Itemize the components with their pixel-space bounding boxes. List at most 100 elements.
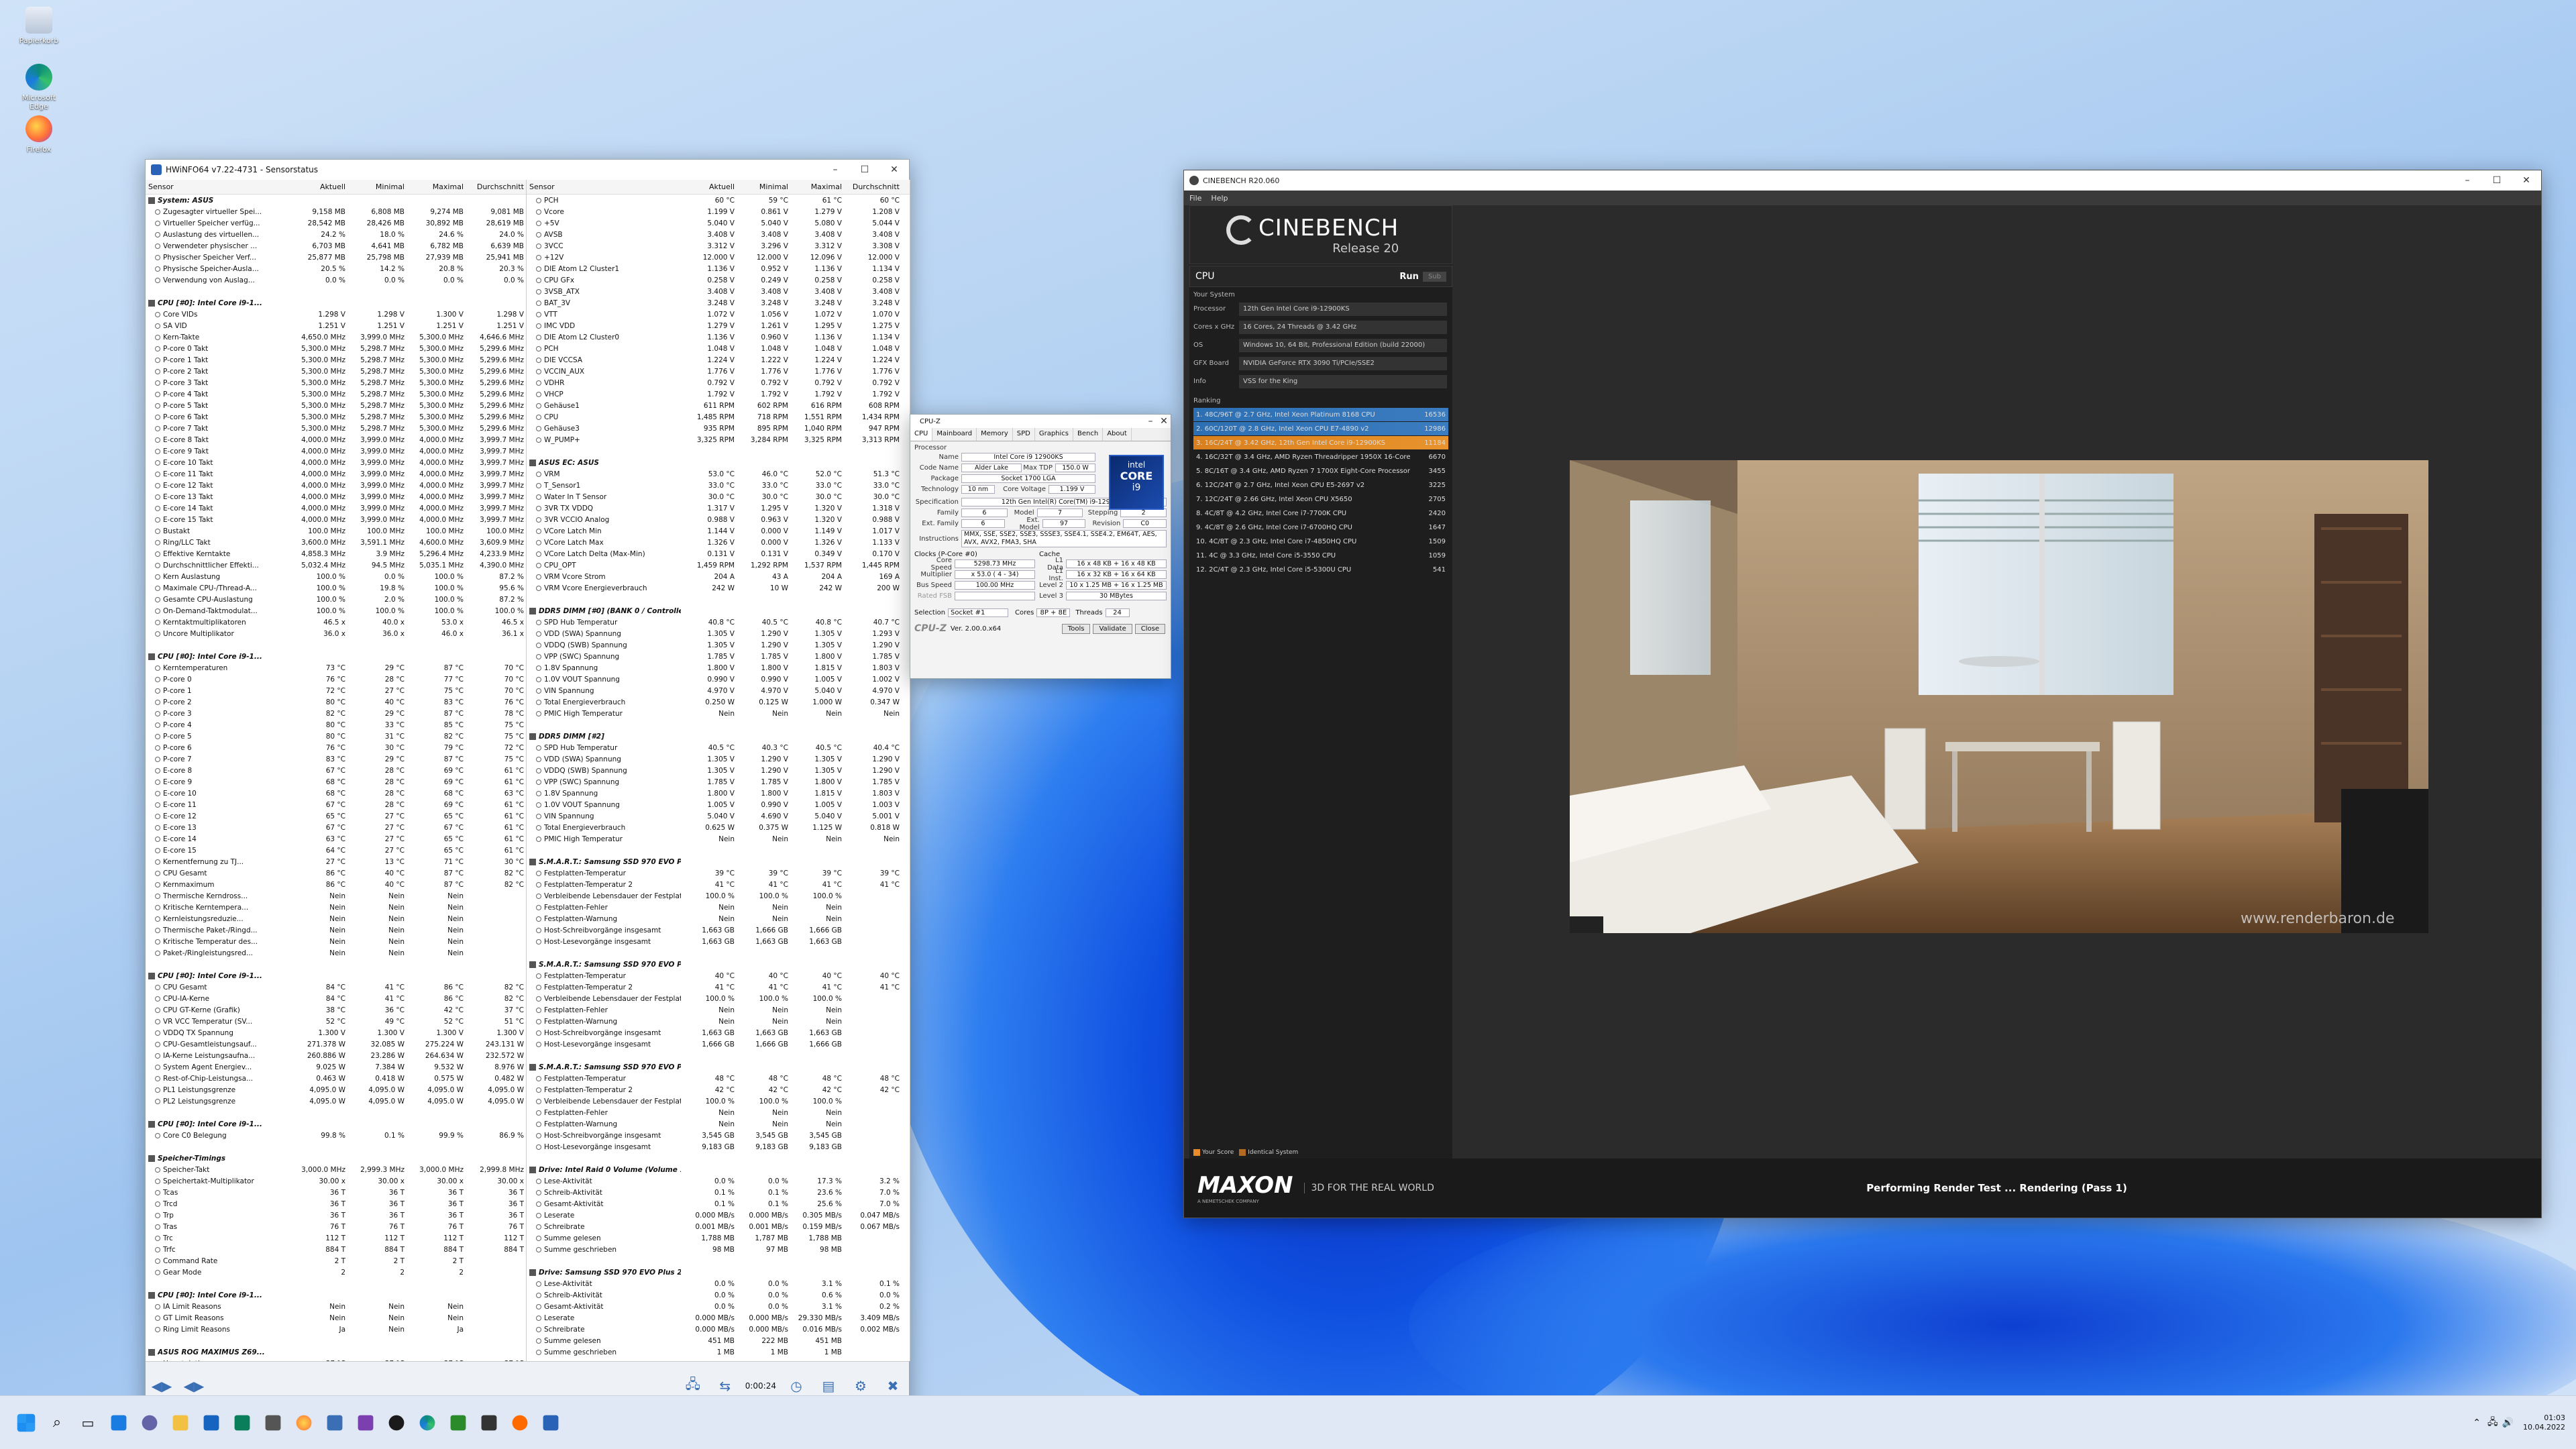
sensor-row[interactable]: PMIC High Temperatur Nein Nein Nein Nein	[527, 833, 910, 845]
minimize-button[interactable]: –	[820, 164, 850, 175]
sensor-row[interactable]: DIE Atom L2 Cluster1 1.136 V 0.952 V 1.136 …	[527, 263, 910, 274]
sensor-row[interactable]: VPP (SWC) Spannung 1.785 V 1.785 V 1.800 V 1…	[527, 651, 910, 662]
sensor-row[interactable]: 3VR VCCIO Analog 0.988 V 0.963 V 1.320 V 0.9…	[527, 514, 910, 525]
sensor-group-header[interactable]: S.M.A.R.T.: Samsung SSD 970 EVO Plu...	[527, 856, 910, 867]
sensor-group-header[interactable]: CPU [#0]: Intel Core i9-1...	[146, 297, 526, 309]
ranking-entry[interactable]: 3. 16C/24T @ 3.42 GHz, 12th Gen Intel Co…	[1193, 436, 1448, 449]
minimize-button[interactable]: –	[1144, 416, 1157, 427]
ranking-entry[interactable]: 9. 4C/8T @ 2.6 GHz, Intel Core i7-6700HQ…	[1193, 521, 1448, 534]
sensor-row[interactable]: Effektive Kerntakte 4,858.3 MHz 3.9 MHz 5,2…	[146, 548, 526, 559]
sensor-row[interactable]: GT Limit Reasons Nein Nein Nein	[146, 1312, 526, 1324]
sensor-row[interactable]: VDDQ TX Spannung 1.300 V 1.300 V 1.300 V 1.3…	[146, 1027, 526, 1038]
sensor-row[interactable]	[527, 445, 910, 457]
sensor-row[interactable]: VDHR 0.792 V 0.792 V 0.792 V 0.792 V	[527, 377, 910, 388]
sensor-group-header[interactable]: CPU [#0]: Intel Core i9-1...	[146, 1118, 526, 1130]
sensor-row[interactable]: Kritische Temperatur des... Nein Nein Nein	[146, 936, 526, 947]
sensor-row[interactable]: P-core 1 72 °C 27 °C 75 °C 70 °C	[146, 685, 526, 696]
minimize-button[interactable]: –	[2453, 175, 2482, 186]
sensor-row[interactable]: AVSB 3.408 V 3.408 V 3.408 V 3.408 V	[527, 229, 910, 240]
close-sensors-icon[interactable]: ✖	[881, 1374, 905, 1398]
sensor-row[interactable]: Kern Auslastung 100.0 % 0.0 % 100.0 % 87.2 %	[146, 571, 526, 582]
sensor-row[interactable]: E-core 8 67 °C 28 °C 69 °C 61 °C	[146, 765, 526, 776]
sensor-row[interactable]: P-core 0 Takt 5,300.0 MHz 5,298.7 MHz 5,300…	[146, 343, 526, 354]
sensor-config-icon[interactable]: ⇆	[713, 1374, 737, 1398]
sensor-row[interactable]: Summe gelesen 451 MB 222 MB 451 MB	[527, 1335, 910, 1346]
ranking-entry[interactable]: 6. 12C/24T @ 2.7 GHz, Intel Xeon CPU E5-…	[1193, 478, 1448, 492]
close-button[interactable]: ✕	[2512, 175, 2541, 186]
sensor-row[interactable]: Rest-of-Chip-Leistungsa... 0.463 W 0.418 W…	[146, 1073, 526, 1084]
col-avg[interactable]: Durchschnitt	[464, 182, 524, 191]
maximize-button[interactable]: ☐	[2482, 175, 2512, 186]
sensor-row[interactable]	[527, 1255, 910, 1267]
sensor-row[interactable]: VIN Spannung 4.970 V 4.970 V 5.040 V 4.970 V	[527, 685, 910, 696]
sensor-row[interactable]	[146, 639, 526, 651]
sensor-row[interactable]: IA-Kerne Leistungsaufna... 260.886 W 23.28…	[146, 1050, 526, 1061]
sensor-row[interactable]: Maximale CPU-/Thread-A... 100.0 % 19.8 % 10…	[146, 582, 526, 594]
sensor-row[interactable]: CPU Gesamt 84 °C 41 °C 86 °C 82 °C	[146, 981, 526, 993]
sensor-row[interactable]	[146, 1107, 526, 1118]
clock-icon[interactable]: ◷	[784, 1374, 808, 1398]
sensor-row[interactable]: P-core 5 Takt 5,300.0 MHz 5,298.7 MHz 5,300…	[146, 400, 526, 411]
nav-back-icon[interactable]: ◀▶	[150, 1374, 174, 1398]
sensor-row[interactable]: CPU GFx 0.258 V 0.249 V 0.258 V 0.258 V	[527, 274, 910, 286]
sensor-row[interactable]: E-core 10 Takt 4,000.0 MHz 3,999.0 MHz 4,00…	[146, 457, 526, 468]
sensor-row[interactable]: E-core 8 Takt 4,000.0 MHz 3,999.0 MHz 4,000…	[146, 434, 526, 445]
sensor-row[interactable]: Core VIDs 1.298 V 1.298 V 1.300 V 1.298 V	[146, 309, 526, 320]
sensor-row[interactable]: Kernmaximum 86 °C 40 °C 87 °C 82 °C	[146, 879, 526, 890]
sensor-row[interactable]: Virtueller Speicher verfüg... 28,542 MB 28…	[146, 217, 526, 229]
sensor-row[interactable]: Total Energieverbrauch 0.625 W 0.375 W 1.12…	[527, 822, 910, 833]
sensor-row[interactable]	[146, 1335, 526, 1346]
sensor-row[interactable]	[146, 1278, 526, 1289]
widgets-icon[interactable]	[111, 1415, 127, 1430]
hwinfo-titlebar[interactable]: HWiNFO64 v7.22-4731 - Sensorstatus – ☐ ✕	[146, 160, 909, 180]
sensor-row[interactable]: Festplatten-Fehler Nein Nein Nein	[527, 1004, 910, 1016]
sensor-row[interactable]: E-core 9 Takt 4,000.0 MHz 3,999.0 MHz 4,000…	[146, 445, 526, 457]
firefox-taskbar-icon[interactable]	[296, 1415, 312, 1430]
sensor-row[interactable]: Thermische Kerndross... Nein Nein Nein	[146, 890, 526, 902]
col-avg[interactable]: Durchschnitt	[842, 182, 900, 191]
sensor-row[interactable]: W_PUMP+ 3,325 RPM 3,284 RPM 3,325 RPM 3,313 …	[527, 434, 910, 445]
sensor-row[interactable]: SPD Hub Temperatur 40.8 °C 40.5 °C 40.8 °C 4…	[527, 616, 910, 628]
sensor-row[interactable]: 3VR TX VDDQ 1.317 V 1.295 V 1.320 V 1.318 V	[527, 502, 910, 514]
run-button[interactable]: Sub	[1422, 271, 1446, 282]
sensor-row[interactable]: P-core 3 82 °C 29 °C 87 °C 78 °C	[146, 708, 526, 719]
sensor-row[interactable]: Vcore 1.199 V 0.861 V 1.279 V 1.208 V	[527, 206, 910, 217]
tab-graphics[interactable]: Graphics	[1035, 428, 1074, 441]
sensor-row[interactable]: On-Demand-Taktmodulat... 100.0 % 100.0 % 10…	[146, 605, 526, 616]
sensor-row[interactable]: SPD Hub Temperatur 40.5 °C 40.3 °C 40.5 °C 4…	[527, 742, 910, 753]
sensor-row[interactable]: P-core 1 Takt 5,300.0 MHz 5,298.7 MHz 5,300…	[146, 354, 526, 366]
sensor-row[interactable]: 1.0V VOUT Spannung 1.005 V 0.990 V 1.005 V 1…	[527, 799, 910, 810]
sensor-row[interactable]: Schreib-Aktivität 0.1 % 0.1 % 23.6 % 7.0 %	[527, 1187, 910, 1198]
sensor-row[interactable]: PL2 Leistungsgrenze 4,095.0 W 4,095.0 W 4,0…	[146, 1095, 526, 1107]
sensor-row[interactable]: Auslastung des virtuellen... 24.2 % 18.0 %…	[146, 229, 526, 240]
sensor-row[interactable]: VDDQ (SWB) Spannung 1.305 V 1.290 V 1.305 V…	[527, 765, 910, 776]
tray-chevron-icon[interactable]: ⌃	[2473, 1417, 2481, 1428]
sensor-row[interactable]: DIE Atom L2 Cluster0 1.136 V 0.960 V 1.136 …	[527, 331, 910, 343]
sensor-row[interactable]: CPU 1,485 RPM 718 RPM 1,551 RPM 1,434 RPM	[527, 411, 910, 423]
sensor-row[interactable]: Tras 76 T 76 T 76 T 76 T	[146, 1221, 526, 1232]
sensor-row[interactable]	[146, 286, 526, 297]
sensor-row[interactable]: VRM Vcore Energieverbrauch 242 W 10 W 242 W…	[527, 582, 910, 594]
sensor-row[interactable]: Verwendung von Auslag... 0.0 % 0.0 % 0.0 % 0…	[146, 274, 526, 286]
sensor-group-header[interactable]: CPU [#0]: Intel Core i9-1...	[146, 651, 526, 662]
sensor-row[interactable]: Schreibrate 0.000 MB/s 0.000 MB/s 0.016 MB/…	[527, 1324, 910, 1335]
ranking-entry[interactable]: 8. 4C/8T @ 4.2 GHz, Intel Core i7-7700K …	[1193, 506, 1448, 520]
sensor-row[interactable]: E-core 15 Takt 4,000.0 MHz 3,999.0 MHz 4,00…	[146, 514, 526, 525]
sensor-row[interactable]: VCore Latch Delta (Max-Min) 0.131 V 0.131 …	[527, 548, 910, 559]
ranking-entry[interactable]: 1. 48C/96T @ 2.7 GHz, Intel Xeon Platinu…	[1193, 408, 1448, 421]
sensor-row[interactable]: Trfc 884 T 884 T 884 T 884 T	[146, 1244, 526, 1255]
nav-forward-icon[interactable]: ◀▶	[182, 1374, 206, 1398]
sensor-row[interactable]: VPP (SWC) Spannung 1.785 V 1.785 V 1.800 V 1…	[527, 776, 910, 788]
cinebench-taskbar-icon[interactable]	[543, 1415, 559, 1430]
sensor-row[interactable]: Durchschnittlicher Effekti... 5,032.4 MHz…	[146, 559, 526, 571]
sensor-row[interactable]	[527, 1152, 910, 1164]
col-min[interactable]: Minimal	[735, 182, 788, 191]
sensor-row[interactable]: Festplatten-Warnung Nein Nein Nein	[527, 1118, 910, 1130]
sensor-row[interactable]: VDD (SWA) Spannung 1.305 V 1.290 V 1.305 V 1…	[527, 628, 910, 639]
sensor-row[interactable]: P-core 2 80 °C 40 °C 83 °C 76 °C	[146, 696, 526, 708]
sensor-row[interactable]: PL1 Leistungsgrenze 4,095.0 W 4,095.0 W 4,0…	[146, 1084, 526, 1095]
sensor-panel-left[interactable]: Sensor Aktuell Minimal Maximal Durchschn…	[146, 180, 527, 1361]
sensor-row[interactable]: VCore Latch Max 1.326 V 0.000 V 1.326 V 1.13…	[527, 537, 910, 548]
tools-button[interactable]: Tools	[1061, 623, 1091, 634]
sensor-row[interactable]: Gehäuse3 935 RPM 895 RPM 1,040 RPM 947 RPM	[527, 423, 910, 434]
